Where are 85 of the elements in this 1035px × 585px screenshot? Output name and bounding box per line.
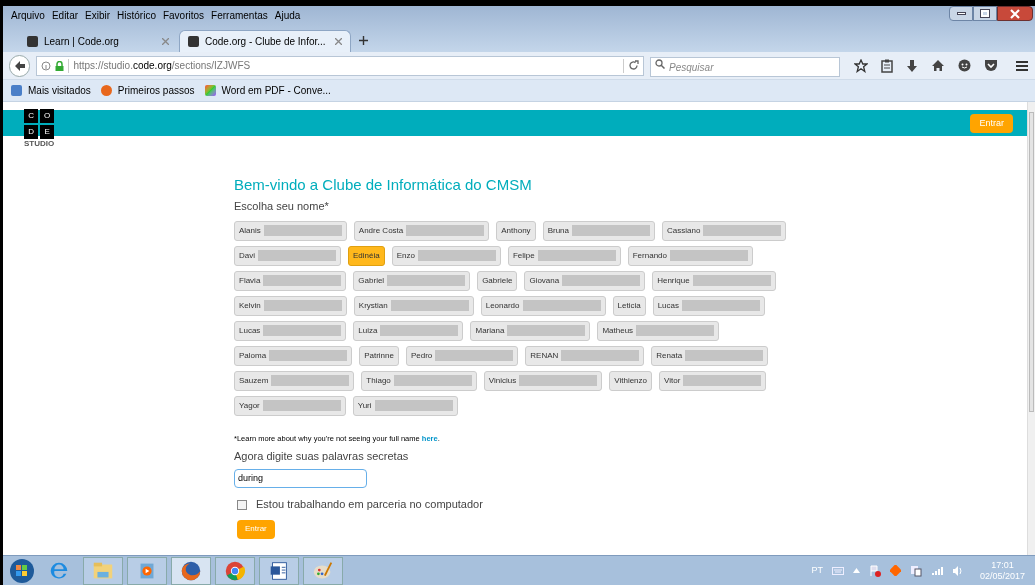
name-button[interactable]: Patrinne (359, 345, 399, 366)
download-icon[interactable] (906, 58, 918, 73)
pocket-icon[interactable] (984, 59, 998, 72)
name-button[interactable]: Andre Costa (353, 220, 490, 241)
secret-words-label: Agora digite suas palavras secretas (234, 448, 410, 464)
reload-icon[interactable] (628, 60, 639, 71)
browser-tab[interactable]: Learn | Code.org (19, 30, 177, 52)
pair-checkbox[interactable] (237, 499, 247, 510)
close-button[interactable] (997, 6, 1033, 21)
name-button[interactable]: Felipe (507, 245, 621, 266)
menu-icon[interactable] (1015, 59, 1029, 72)
scrollbar[interactable] (1027, 102, 1035, 555)
padlock-icon (55, 60, 65, 71)
name-button[interactable]: Leonardo (480, 295, 606, 316)
name-button[interactable]: Vinicius (483, 370, 603, 391)
star-icon[interactable] (854, 58, 868, 73)
name-button[interactable]: Kelvin (234, 295, 347, 316)
name-button[interactable]: Gabriele (477, 270, 518, 291)
name-button[interactable]: Yagor (234, 395, 346, 416)
name-button[interactable]: Sauzem (234, 370, 355, 391)
menu-item[interactable]: Ajuda (274, 8, 301, 23)
flag-icon[interactable] (868, 564, 881, 577)
name-button[interactable]: Cassiano (662, 220, 787, 241)
taskbar-button[interactable] (259, 556, 299, 585)
name-button[interactable]: Anthony (496, 220, 536, 241)
code-studio-logo[interactable]: C O D E STUDIO (24, 109, 55, 149)
bookmark-item[interactable]: Primeiros passos (117, 83, 195, 98)
bookmark-item[interactable]: Word em PDF - Conve... (221, 83, 331, 98)
name-button[interactable]: Fernando (627, 245, 753, 266)
favicon-icon (27, 35, 38, 47)
name-button[interactable]: Enzo (391, 245, 501, 266)
close-tab-icon[interactable] (335, 38, 342, 45)
name-button[interactable]: Gabriel (353, 270, 471, 291)
name-button[interactable]: Vithienzo (609, 370, 652, 391)
name-button[interactable]: Mariana (470, 320, 591, 341)
pair-checkbox-label: Estou trabalhando em parceria no computador (256, 497, 483, 513)
name-button[interactable]: Edinéia (348, 245, 385, 266)
menu-item[interactable]: Histórico (117, 8, 156, 23)
name-button[interactable]: Krystian (353, 295, 474, 316)
search-icon (655, 58, 665, 69)
name-button[interactable]: Thiago (361, 370, 477, 391)
name-button[interactable]: Luiza (353, 320, 464, 341)
bookmark-icon (11, 85, 22, 96)
search-field[interactable]: Pesquisar (650, 57, 840, 77)
choose-name-label: Escolha seu nome* (234, 199, 330, 214)
name-button[interactable]: Bruna (542, 220, 655, 241)
minimize-button[interactable] (949, 6, 973, 21)
name-button[interactable]: Henrique (652, 270, 776, 291)
home-icon[interactable] (931, 59, 945, 72)
name-button[interactable]: Matheus (597, 320, 720, 341)
name-button[interactable]: Lucas (652, 295, 765, 316)
menu-item[interactable]: Favoritos (162, 8, 205, 23)
page-heading: Bem-vindo a Clube de Informática do CMSM (234, 175, 533, 195)
name-button[interactable]: Flavia (234, 270, 347, 291)
secret-words-field[interactable]: during (234, 468, 367, 488)
browser-tab[interactable]: Code.org - Clube de Infor... (179, 30, 351, 52)
bookmark-item[interactable]: Mais visitados (28, 83, 91, 98)
new-tab-icon[interactable] (359, 36, 368, 45)
taskbar-button[interactable] (171, 556, 211, 585)
back-button[interactable] (9, 54, 31, 77)
clipboard-icon[interactable] (881, 58, 893, 73)
name-button[interactable]: RENAN (525, 345, 645, 366)
close-icon (1010, 8, 1020, 19)
name-button[interactable]: Pedro (405, 345, 519, 366)
menu-item[interactable]: Ferramentas (211, 8, 268, 23)
url-text: https://studio.code.org/sections/IZJWFS (73, 59, 251, 73)
start-button[interactable] (9, 557, 35, 584)
address-bar[interactable]: https://studio.code.org/sections/IZJWFS (36, 55, 644, 76)
name-button[interactable]: Lucas (234, 320, 347, 341)
name-button[interactable]: Vitor (659, 370, 767, 391)
name-button[interactable]: Yuri (352, 395, 458, 416)
name-button[interactable]: Giovana (524, 270, 646, 291)
menu-item[interactable]: Exibir (85, 8, 111, 23)
name-button[interactable]: Davi (234, 245, 341, 266)
restore-button[interactable] (973, 6, 997, 21)
smiley-icon[interactable] (958, 59, 971, 72)
name-button[interactable]: Paloma (234, 345, 353, 366)
name-button[interactable]: Alanis (234, 220, 347, 241)
menu-item[interactable]: Editar (51, 8, 79, 23)
name-button[interactable]: Renata (651, 345, 769, 366)
favicon-icon (188, 36, 199, 47)
menu-item[interactable]: Arquivo (11, 8, 45, 23)
name-button[interactable]: Leticia (612, 295, 646, 316)
info-icon (41, 60, 52, 71)
back-arrow-icon (13, 59, 26, 72)
